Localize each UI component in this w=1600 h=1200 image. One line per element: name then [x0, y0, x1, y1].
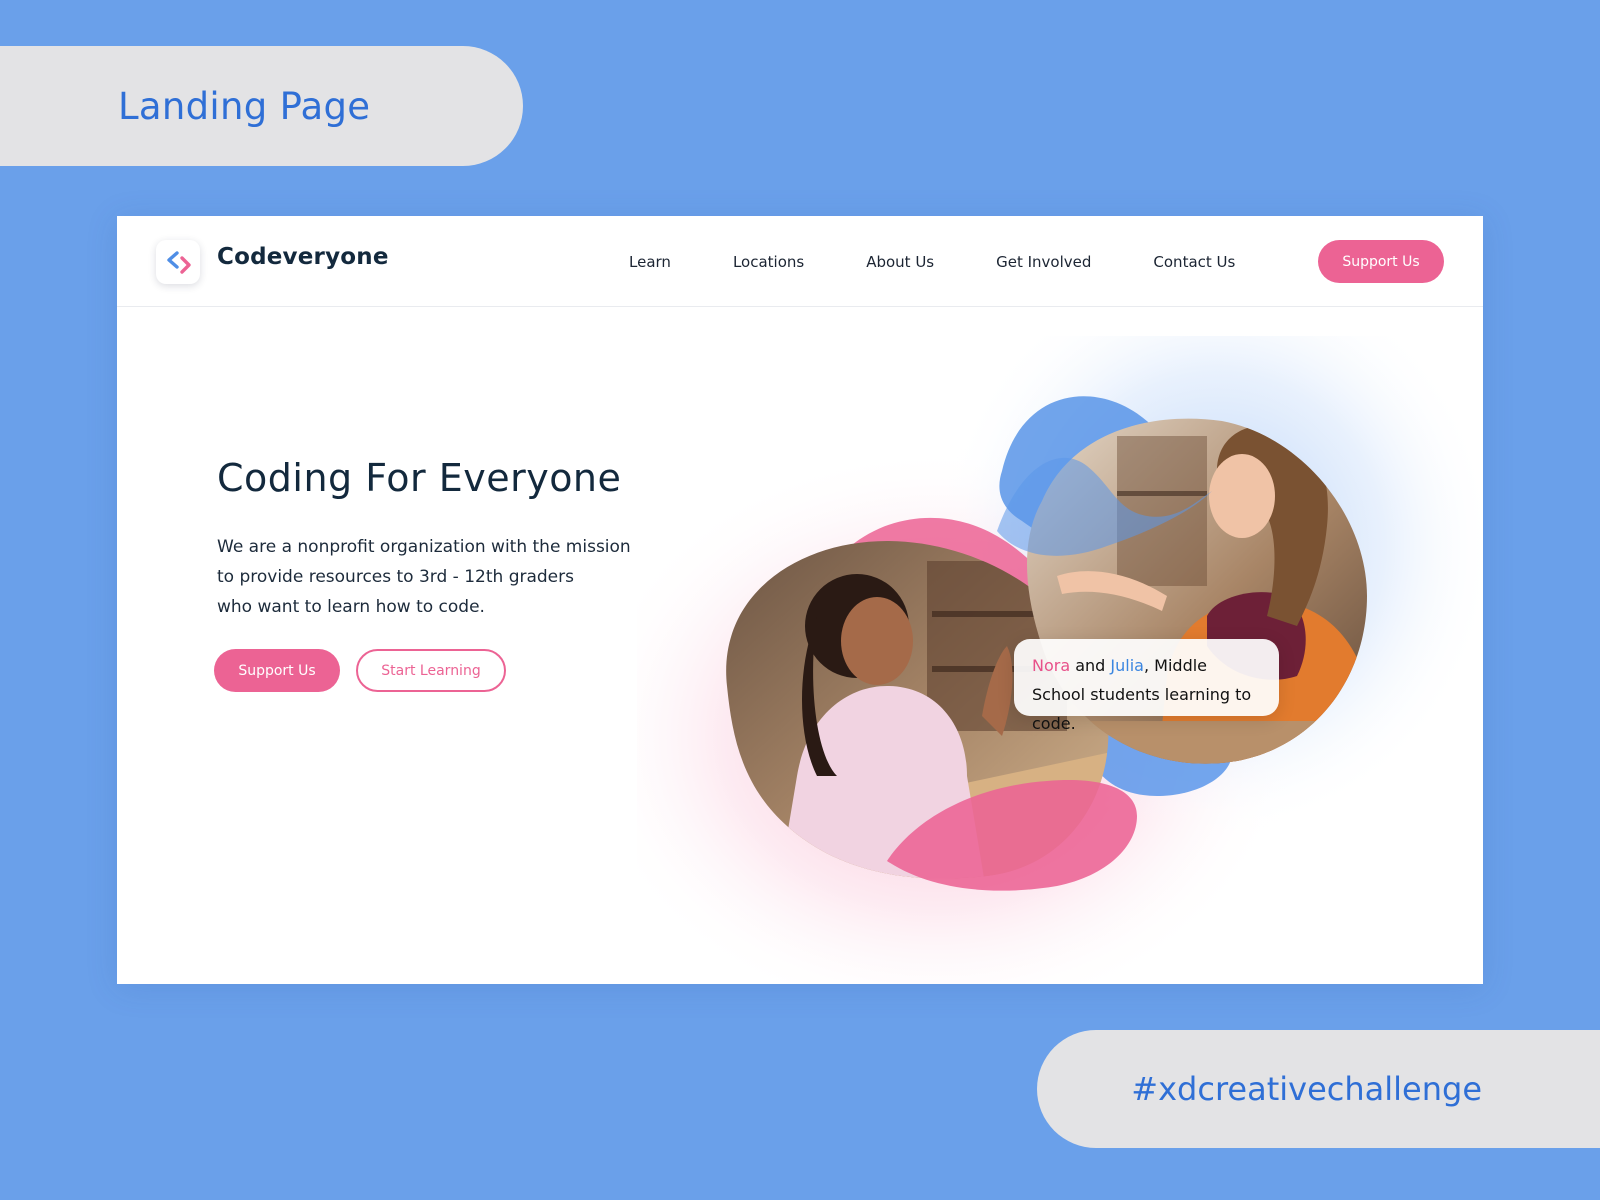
nav-support-us-button[interactable]: Support Us	[1318, 240, 1444, 283]
caption-and: and	[1070, 656, 1111, 675]
hero-support-us-button[interactable]: Support Us	[214, 649, 340, 692]
hero-description-line: to provide resources to 3rd - 12th grade…	[217, 567, 574, 587]
caption-name-nora: Nora	[1032, 656, 1071, 675]
nav-link-contact-us[interactable]: Contact Us	[1153, 253, 1235, 271]
nav-link-locations[interactable]: Locations	[733, 253, 804, 271]
landing-page-frame: Codeveryone Learn Locations About Us Get…	[117, 216, 1483, 984]
hero-description-line: We are a nonprofit organization with the…	[217, 537, 631, 557]
photo-caption-card: Nora and Julia, Middle School students l…	[1014, 639, 1279, 733]
hero-description-line: who want to learn how to code.	[217, 597, 485, 617]
hero-title: Coding For Everyone	[217, 456, 622, 500]
nav-link-get-involved[interactable]: Get Involved	[996, 253, 1091, 271]
challenge-hashtag-label: #xdcreativechallenge	[1037, 1030, 1600, 1148]
nav-link-learn[interactable]: Learn	[629, 253, 671, 271]
caption-name-julia: Julia	[1110, 656, 1144, 675]
start-learning-button[interactable]: Start Learning	[356, 649, 506, 692]
hero-description: We are a nonprofit organization with the…	[217, 532, 677, 622]
nav-links: Learn Locations About Us Get Involved Co…	[629, 216, 1297, 307]
logo-icon[interactable]	[156, 240, 200, 284]
nav-link-about-us[interactable]: About Us	[866, 253, 934, 271]
code-brackets-icon	[167, 251, 191, 274]
top-navigation: Codeveryone Learn Locations About Us Get…	[117, 216, 1483, 307]
landing-page-label: Landing Page	[0, 46, 523, 166]
brand-name[interactable]: Codeveryone	[217, 244, 389, 270]
